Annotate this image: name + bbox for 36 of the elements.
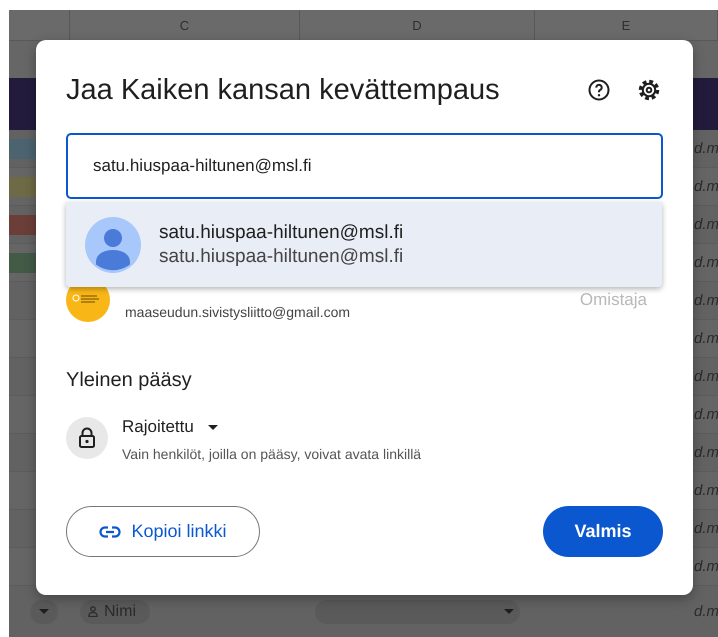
- table-cell: d.m: [694, 482, 718, 499]
- caret-icon: [39, 609, 49, 614]
- table-cell: d.m: [694, 292, 718, 309]
- dialog-title: Jaa Kaiken kansan kevättempaus: [66, 74, 501, 106]
- access-dropdown[interactable]: Rajoitettu: [122, 417, 422, 437]
- table-cell: d.m: [694, 178, 718, 195]
- column-header: E: [622, 18, 630, 32]
- person-email: maaseudun.sivistysliitto@gmail.com: [125, 304, 352, 320]
- caret-icon: [504, 609, 514, 614]
- done-button[interactable]: Valmis: [543, 506, 663, 557]
- dropdown-chip[interactable]: [30, 600, 58, 624]
- table-cell: d.m: [694, 444, 718, 461]
- lock-icon: [66, 417, 108, 459]
- avatar-icon: [85, 216, 141, 272]
- suggestion-name: satu.hiuspaa-hiltunen@msl.fi: [159, 222, 404, 244]
- table-cell: d.m: [694, 603, 718, 620]
- column-header: D: [412, 18, 422, 32]
- table-cell: d.m: [694, 368, 718, 385]
- caret-icon: [208, 424, 218, 430]
- table-cell: d.m: [694, 406, 718, 423]
- table-cell: d.m: [694, 140, 718, 157]
- table-cell: d.m: [694, 216, 718, 233]
- suggestion-item[interactable]: satu.hiuspaa-hiltunen@msl.fi satu.hiuspaa-hiltunen@msl.fi: [66, 202, 662, 287]
- table-cell: d.m: [694, 558, 718, 575]
- section-heading: Yleinen pääsy: [66, 369, 193, 392]
- column-header: C: [180, 18, 190, 32]
- people-input-field[interactable]: satu.hiuspaa-hiltunen@msl.fi: [66, 133, 663, 199]
- table-cell: d.m: [694, 520, 718, 537]
- person-icon: [88, 606, 98, 617]
- access-description: Vain henkilöt, joilla on pääsy, voivat avata linkillä: [122, 446, 422, 462]
- copy-link-button[interactable]: Kopioi linkki: [66, 506, 260, 557]
- link-icon: [99, 526, 122, 538]
- table-cell: d.m: [694, 254, 718, 271]
- role-label: Omistaja: [580, 290, 647, 310]
- table-cell: d.m: [694, 330, 718, 347]
- suggestion-email: satu.hiuspaa-hiltunen@msl.fi: [159, 246, 404, 268]
